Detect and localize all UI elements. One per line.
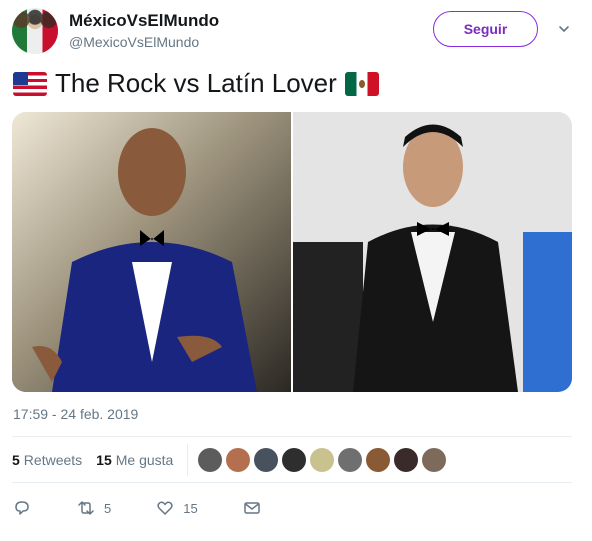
retweets-stat[interactable]: 5 Retweets — [12, 452, 82, 468]
liker-avatar[interactable] — [422, 448, 447, 472]
liker-avatar[interactable] — [394, 448, 419, 472]
retweet-icon — [78, 501, 94, 515]
divider — [12, 482, 572, 483]
photo-latin-lover[interactable] — [293, 112, 572, 392]
user-handle[interactable]: @MexicoVsElMundo — [69, 34, 199, 50]
liker-avatar[interactable] — [254, 448, 279, 472]
likes-count: 15 — [96, 452, 112, 468]
liker-avatars — [198, 448, 447, 472]
retweets-label: Retweets — [23, 452, 83, 468]
direct-message-button[interactable] — [242, 498, 262, 518]
avatar[interactable] — [12, 8, 58, 54]
like-button[interactable]: 15 — [155, 498, 198, 518]
tweet-header: MéxicoVsElMundo @MexicoVsElMundo Seguir — [12, 8, 582, 58]
retweets-count: 5 — [12, 452, 20, 468]
tweet-text: The Rock vs Latín Lover — [13, 68, 379, 99]
stat-separator — [187, 444, 189, 476]
photo-the-rock[interactable] — [12, 112, 291, 392]
liker-avatar[interactable] — [366, 448, 391, 472]
tweet-timestamp[interactable]: 17:59 - 24 feb. 2019 — [13, 406, 138, 422]
tweet-actions: 5 15 — [12, 494, 306, 522]
likes-label: Me gusta — [115, 452, 174, 468]
retweet-count: 5 — [104, 500, 112, 516]
mexico-flag-icon — [344, 71, 379, 96]
retweet-button[interactable]: 5 — [76, 498, 111, 518]
reply-button[interactable] — [12, 498, 32, 518]
divider — [12, 436, 572, 437]
liker-avatar[interactable] — [338, 448, 363, 472]
follow-button[interactable]: Seguir — [433, 11, 538, 47]
tweet-media[interactable] — [12, 112, 572, 392]
heart-icon — [157, 501, 173, 515]
mail-icon — [243, 502, 260, 514]
like-count: 15 — [183, 500, 198, 516]
likes-stat[interactable]: 15 Me gusta — [96, 452, 173, 468]
user-name[interactable]: MéxicoVsElMundo — [69, 11, 219, 31]
reply-icon — [15, 501, 29, 515]
tweet-stats: 5 Retweets 15 Me gusta — [12, 438, 572, 482]
chevron-down-icon[interactable] — [557, 22, 571, 36]
liker-avatar[interactable] — [310, 448, 335, 472]
us-flag-icon — [13, 71, 47, 96]
liker-avatar[interactable] — [282, 448, 307, 472]
liker-avatar[interactable] — [198, 448, 223, 472]
liker-avatar[interactable] — [226, 448, 251, 472]
tweet-text-body: The Rock vs Latín Lover — [55, 68, 337, 98]
